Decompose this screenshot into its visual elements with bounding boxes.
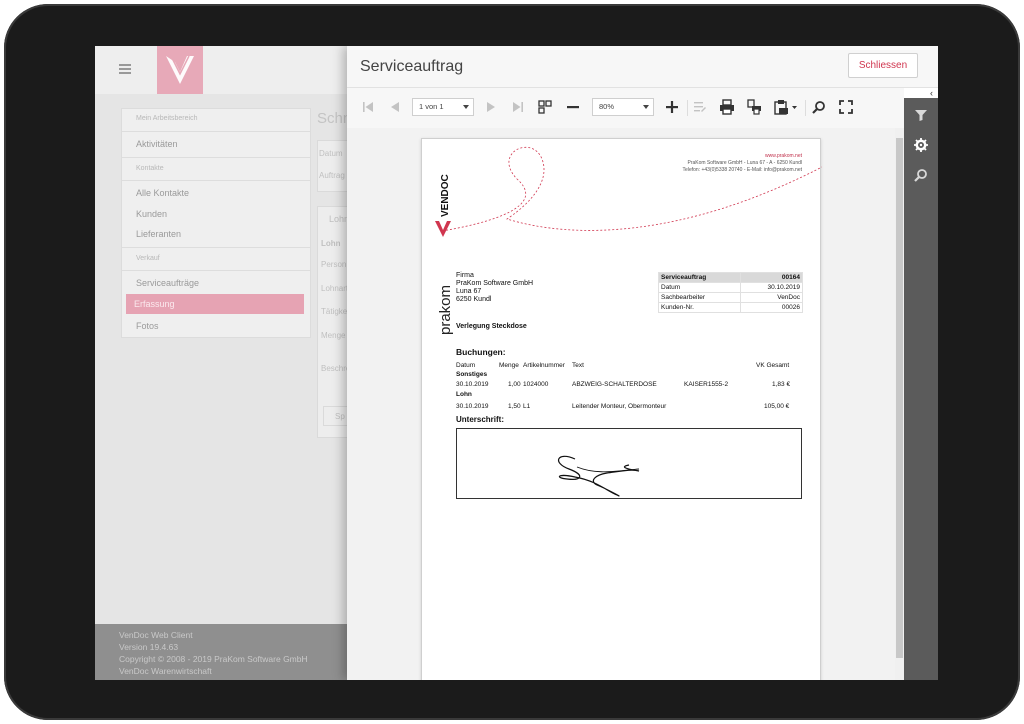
- modal-header: Serviceauftrag Schliessen: [347, 46, 938, 88]
- print-current-page-icon[interactable]: [743, 96, 765, 118]
- menu-section-workspace: Mein Arbeitsbereich: [136, 115, 198, 122]
- vertical-scrollbar[interactable]: [895, 128, 904, 680]
- form-label-wage-type: Lohnart: [321, 284, 349, 293]
- next-page-icon[interactable]: [480, 96, 502, 118]
- fullscreen-icon[interactable]: [835, 96, 857, 118]
- vendoc-logo: [157, 46, 203, 94]
- col-text: Text: [572, 362, 584, 369]
- footer-version: Version 19.4.63: [119, 642, 179, 652]
- address-line-2: PraKom Software GmbH: [456, 280, 534, 287]
- menu-item-service-orders[interactable]: Serviceaufträge: [122, 278, 310, 288]
- row1-total: 1,83 €: [772, 381, 791, 388]
- address-line-4: 6250 Kundl: [456, 296, 492, 303]
- menu-item-photos[interactable]: Fotos: [122, 321, 310, 331]
- scrollbar-thumb[interactable]: [896, 138, 903, 658]
- footer-product: VenDoc Warenwirtschaft: [119, 666, 212, 676]
- order-subject: Verlegung Steckdose: [456, 323, 527, 330]
- menu-section-contacts: Kontakte: [136, 165, 164, 172]
- menu-item-activities[interactable]: Aktivitäten: [122, 139, 310, 149]
- col-date: Datum: [456, 362, 476, 369]
- menu-item-customers[interactable]: Kunden: [122, 209, 310, 219]
- company-header: www.prakom.net PraKom Software GmbH - Lu…: [683, 153, 802, 174]
- search-icon[interactable]: [808, 96, 830, 118]
- row2-total: 105,00 €: [764, 403, 790, 410]
- side-menu: Mein Arbeitsbereich Aktivitäten Kontakte…: [121, 108, 311, 338]
- info-row: Datum 30.10.2019: [657, 282, 803, 293]
- row1-article: 1024000: [523, 381, 549, 388]
- settings-gear-icon[interactable]: [904, 130, 938, 160]
- page-select[interactable]: 1 von 1: [412, 98, 474, 116]
- form-label-quantity: Menge: [321, 331, 346, 340]
- menu-item-capture[interactable]: Erfassung: [126, 294, 304, 314]
- page-select-value: 1 von 1: [419, 102, 444, 111]
- info-row: Serviceauftrag 00164: [657, 272, 803, 283]
- row2-text: Leitender Monteur, Obermonteur: [572, 403, 667, 410]
- row2-quantity: 1,50: [508, 403, 521, 410]
- footer-copyright: Copyright © 2008 - 2019 PraKom Software …: [119, 654, 308, 664]
- last-page-icon[interactable]: [507, 96, 529, 118]
- report-page: VENDOC prakom www.prakom.net PraKom Soft…: [421, 138, 822, 680]
- group-wage: Lohn: [456, 391, 472, 398]
- handwritten-signature: [558, 455, 640, 497]
- company-contact-line: Telefon: +43(0)5338 20740 - E-Mail: info…: [682, 167, 802, 173]
- row1-text: ABZWEIG-SCHALTERDOSE: [572, 381, 657, 388]
- company-address-line: PraKom Software GmbH - Luna 67 - A - 625…: [687, 160, 802, 166]
- col-article: Artikelnummer: [523, 362, 565, 369]
- form-label-order: Auftrag: [319, 171, 345, 180]
- signature-box: [456, 428, 802, 499]
- address-line-3: Luna 67: [456, 288, 482, 295]
- company-url: www.prakom.net: [765, 153, 802, 159]
- row1-date: 30.10.2019: [456, 381, 489, 388]
- row2-date: 30.10.2019: [456, 403, 489, 410]
- document-viewport[interactable]: VENDOC prakom www.prakom.net PraKom Soft…: [347, 128, 904, 680]
- col-total: VK Gesamt: [756, 362, 790, 369]
- row1-quantity: 1,00: [508, 381, 521, 388]
- bookings-title: Buchungen:: [456, 347, 506, 357]
- multipage-view-icon[interactable]: [534, 96, 556, 118]
- address-line-1: Firma: [456, 272, 474, 279]
- info-row: Sachbearbeiter VenDoc: [657, 292, 803, 303]
- edit-report-icon[interactable]: [689, 96, 711, 118]
- prakom-document-logo: prakom: [430, 259, 456, 339]
- screen: Mein Arbeitsbereich Aktivitäten Kontakte…: [95, 46, 938, 680]
- col-quantity: Menge: [499, 362, 519, 369]
- vendoc-document-logo: VENDOC: [430, 169, 456, 239]
- hamburger-menu-icon[interactable]: [119, 64, 131, 74]
- filter-icon[interactable]: [904, 100, 938, 130]
- menu-section-sales: Verkauf: [136, 255, 160, 262]
- recipient-address: Firma PraKom Software GmbH Luna 67 6250 …: [456, 272, 533, 304]
- form-label-wage: Lohn: [321, 239, 341, 248]
- signature-title: Unterschrift:: [456, 415, 505, 424]
- zoom-select-value: 80%: [599, 102, 615, 111]
- close-button[interactable]: Schliessen: [848, 53, 918, 78]
- export-icon[interactable]: [772, 96, 800, 118]
- first-page-icon[interactable]: [357, 96, 379, 118]
- menu-item-all-contacts[interactable]: Alle Kontakte: [122, 188, 310, 198]
- row1-extra: KAISER1555-2: [684, 381, 729, 388]
- search-panel-icon[interactable]: [904, 160, 938, 190]
- zoom-select[interactable]: 80%: [592, 98, 654, 116]
- footer-app-name: VenDoc Web Client: [119, 630, 193, 640]
- report-viewer-modal: Serviceauftrag Schliessen ‹ 1 von 1 80% …: [347, 46, 938, 680]
- group-other: Sonstiges: [456, 371, 488, 378]
- modal-title: Serviceauftrag: [360, 58, 464, 75]
- viewer-toolbar: 1 von 1 80%: [347, 88, 904, 128]
- zoom-out-icon[interactable]: [562, 96, 584, 118]
- order-info-table: Serviceauftrag 00164 Datum 30.10.2019 Sach…: [657, 272, 803, 313]
- save-button-label: Sp: [335, 412, 345, 421]
- side-tool-rail: [904, 98, 938, 680]
- form-label-date: Datum: [319, 149, 343, 158]
- prakom-logo-text: prakom: [437, 285, 454, 335]
- form-label-person: Person: [321, 260, 347, 269]
- row2-article: L1: [523, 403, 531, 410]
- print-icon[interactable]: [716, 96, 738, 118]
- menu-item-suppliers[interactable]: Lieferanten: [122, 229, 310, 239]
- vendoc-logo-text: VENDOC: [440, 174, 451, 217]
- collapse-panel-icon[interactable]: ‹: [925, 88, 938, 98]
- info-row: Kunden-Nr. 00026: [657, 302, 803, 313]
- previous-page-icon[interactable]: [384, 96, 406, 118]
- zoom-in-icon[interactable]: [661, 96, 683, 118]
